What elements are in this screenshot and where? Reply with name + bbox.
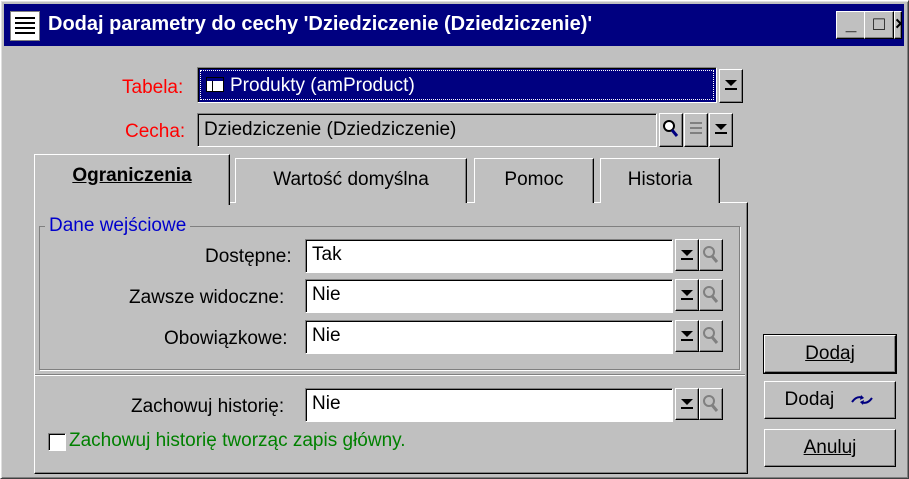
window-title: Dodaj parametry do cechy 'Dziedziczenie …: [48, 13, 593, 35]
tabela-dropdown-button[interactable]: [719, 69, 743, 103]
main-record-checkbox[interactable]: [48, 433, 66, 451]
history-field[interactable]: Nie: [305, 388, 673, 422]
tabela-select[interactable]: Produkty (amProduct): [197, 67, 717, 103]
magnifier-icon: [663, 120, 679, 137]
cecha-value: Dziedziczenie (Dziedziczenie): [204, 119, 457, 140]
tab-historia[interactable]: Historia: [600, 158, 720, 203]
main-record-checkbox-label[interactable]: Zachowuj historię tworząc zapis główny.: [69, 430, 406, 452]
dialog-window: Dodaj parametry do cechy 'Dziedziczenie …: [0, 0, 909, 479]
refresh-arrows-icon: [851, 394, 874, 405]
zawsze-widoczne-dropdown-button[interactable]: [675, 279, 699, 311]
tabela-value: Produkty (amProduct): [230, 75, 415, 96]
group-title: Dane wejściowe: [45, 215, 191, 237]
history-dropdown-button[interactable]: [675, 388, 699, 420]
obowiazkowe-search-button[interactable]: [699, 320, 723, 352]
table-icon: [206, 77, 224, 92]
title-bar[interactable]: Dodaj parametry do cechy 'Dziedziczenie …: [4, 4, 904, 46]
tab-ograniczenia-label: Ograniczenia: [72, 165, 192, 186]
minimize-button[interactable]: _: [836, 11, 866, 39]
tab-ograniczenia[interactable]: Ograniczenia: [34, 154, 230, 205]
maximize-button[interactable]: □: [864, 11, 894, 39]
cecha-details-button[interactable]: [684, 113, 708, 147]
cecha-field[interactable]: Dziedziczenie (Dziedziczenie): [197, 113, 657, 147]
cancel-button-label: Anuluj: [803, 437, 857, 458]
chevron-down-icon: [681, 290, 693, 296]
cancel-button[interactable]: Anuluj: [764, 429, 896, 467]
close-button[interactable]: ×: [894, 11, 902, 39]
add-continue-button-label: Dodaj: [784, 389, 835, 410]
dostepne-search-button[interactable]: [699, 239, 723, 271]
zawsze-widoczne-search-button[interactable]: [699, 279, 723, 311]
dostepne-field[interactable]: Tak: [305, 239, 673, 273]
add-button[interactable]: Dodaj: [763, 334, 897, 374]
dostepne-label: Dostępne:: [205, 246, 292, 267]
tab-pomoc-label: Pomoc: [504, 169, 564, 190]
zawsze-widoczne-label: Zawsze widoczne:: [129, 287, 285, 308]
chevron-down-icon: [681, 331, 693, 337]
dostepne-value: Tak: [312, 244, 342, 265]
add-button-label: Dodaj: [805, 343, 855, 364]
magnifier-icon: [703, 327, 719, 344]
separator: [35, 374, 745, 376]
obowiazkowe-label: Obowiązkowe:: [164, 328, 288, 349]
obowiazkowe-field[interactable]: Nie: [305, 320, 673, 354]
app-icon: [10, 11, 40, 41]
tab-historia-label: Historia: [627, 169, 693, 190]
zawsze-widoczne-value: Nie: [312, 284, 341, 305]
chevron-down-icon: [715, 124, 727, 130]
tab-pomoc[interactable]: Pomoc: [474, 158, 594, 203]
history-search-button[interactable]: [699, 388, 723, 420]
chevron-down-icon: [725, 80, 737, 86]
history-label: Zachowuj historię:: [131, 396, 285, 417]
obowiazkowe-dropdown-button[interactable]: [675, 320, 699, 352]
zawsze-widoczne-field[interactable]: Nie: [305, 279, 673, 313]
chevron-down-icon: [681, 399, 693, 405]
cecha-dropdown-button[interactable]: [709, 113, 733, 147]
cecha-label: Cecha:: [125, 121, 186, 142]
tab-wartosc-domyslna-label: Wartość domyślna: [273, 169, 429, 190]
tabela-label: Tabela:: [122, 77, 184, 98]
history-value: Nie: [312, 393, 341, 414]
dostepne-dropdown-button[interactable]: [675, 239, 699, 271]
magnifier-icon: [703, 395, 719, 412]
add-continue-button[interactable]: Dodaj: [764, 381, 896, 419]
cecha-search-button[interactable]: [659, 113, 683, 147]
obowiazkowe-value: Nie: [312, 325, 341, 346]
magnifier-icon: [703, 246, 719, 263]
magnifier-icon: [703, 286, 719, 303]
list-icon: [690, 122, 702, 134]
tab-wartosc-domyslna[interactable]: Wartość domyślna: [235, 158, 467, 203]
chevron-down-icon: [681, 250, 693, 256]
